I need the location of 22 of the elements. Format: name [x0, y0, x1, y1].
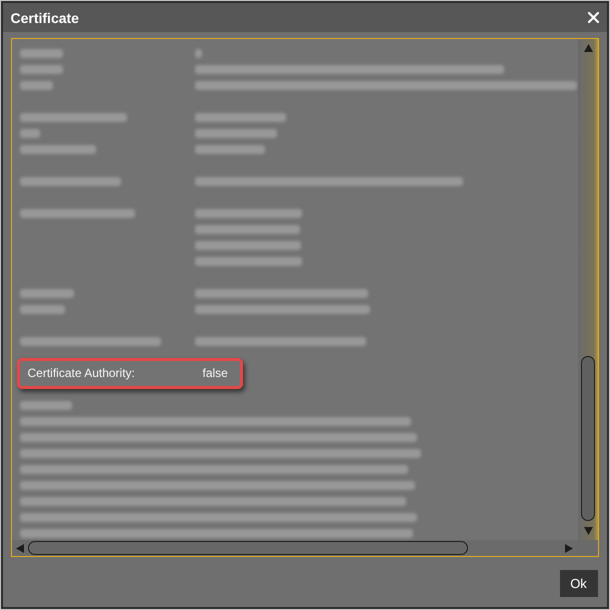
blurred-text	[194, 48, 202, 58]
field-value: false	[202, 366, 228, 380]
blurred-text	[194, 144, 264, 154]
arrow-down-icon[interactable]	[584, 527, 592, 535]
window-title: Certificate	[10, 10, 79, 26]
blurred-text	[20, 128, 40, 138]
ok-button[interactable]: Ok	[560, 570, 598, 597]
blurred-text	[20, 48, 62, 58]
close-icon[interactable]	[588, 12, 599, 23]
horizontal-scrollbar[interactable]	[12, 540, 578, 556]
blurred-text	[20, 400, 72, 410]
scrollbar-thumb[interactable]	[581, 356, 595, 521]
arrow-left-icon[interactable]	[16, 544, 24, 552]
blurred-text	[20, 304, 64, 314]
blurred-text	[20, 64, 62, 74]
field-label: Certificate Authority:	[28, 366, 136, 380]
blurred-text	[20, 80, 52, 90]
scrollbar-thumb[interactable]	[28, 541, 468, 555]
arrow-right-icon[interactable]	[565, 544, 573, 552]
blurred-text	[20, 288, 74, 298]
vertical-scrollbar[interactable]	[578, 39, 598, 540]
arrow-up-icon[interactable]	[584, 44, 592, 52]
